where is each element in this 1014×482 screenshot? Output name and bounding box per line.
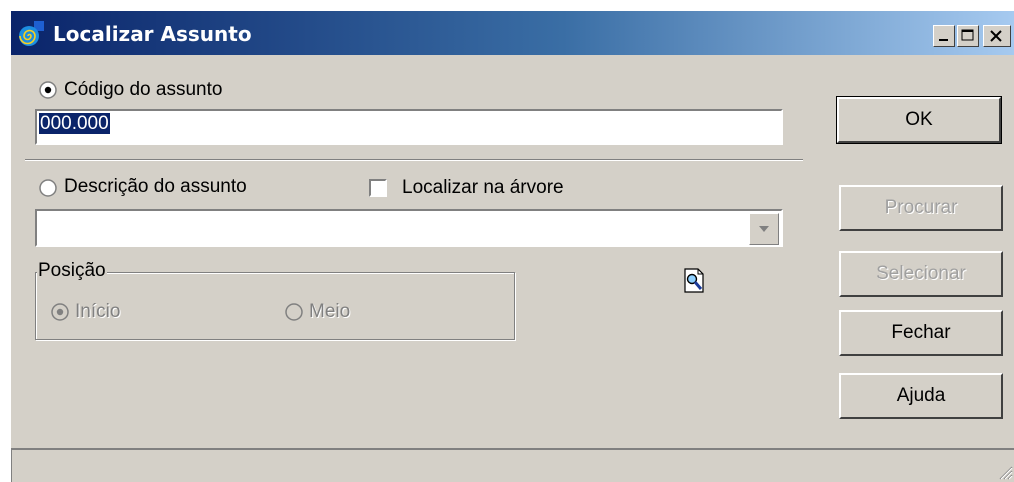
code-input-value: 000.000 <box>39 113 110 134</box>
maximize-button[interactable] <box>957 25 979 47</box>
status-bar <box>11 448 1014 482</box>
section-divider <box>25 159 803 161</box>
code-radio-label[interactable]: Código do assunto <box>64 79 222 101</box>
start-radio-label[interactable]: Início <box>75 301 120 323</box>
position-group-label: Posição <box>37 260 107 282</box>
close-dialog-button[interactable]: Fechar <box>839 310 1003 356</box>
close-button[interactable] <box>983 25 1011 47</box>
code-radio[interactable] <box>39 81 57 99</box>
magnifier-document-icon[interactable] <box>683 268 707 294</box>
spiral-app-icon <box>19 21 44 46</box>
maximize-icon <box>961 29 974 41</box>
select-button[interactable]: Selecionar <box>839 251 1003 297</box>
code-input[interactable]: 000.000 <box>35 109 783 145</box>
title-bar[interactable]: Localizar Assunto <box>11 11 1014 55</box>
window-title: Localizar Assunto <box>53 22 252 46</box>
start-radio[interactable] <box>51 303 69 321</box>
description-radio-label[interactable]: Descrição do assunto <box>64 176 247 198</box>
ok-button[interactable]: OK <box>836 96 1002 144</box>
minimize-button[interactable] <box>933 25 955 47</box>
tree-search-label[interactable]: Localizar na árvore <box>402 177 564 199</box>
close-icon <box>990 30 1002 42</box>
resize-grip-icon[interactable] <box>995 462 1013 480</box>
description-radio[interactable] <box>39 179 57 197</box>
search-button[interactable]: Procurar <box>839 185 1003 231</box>
middle-radio-label[interactable]: Meio <box>309 301 350 323</box>
description-combobox[interactable] <box>35 209 783 247</box>
minimize-icon <box>939 39 948 41</box>
tree-search-checkbox[interactable] <box>369 179 387 197</box>
middle-radio[interactable] <box>285 303 303 321</box>
chevron-down-icon <box>759 226 769 232</box>
dialog-window: Localizar Assunto Código do assunto 000.… <box>10 10 1014 482</box>
help-button[interactable]: Ajuda <box>839 373 1003 419</box>
combo-dropdown-button[interactable] <box>749 213 779 245</box>
